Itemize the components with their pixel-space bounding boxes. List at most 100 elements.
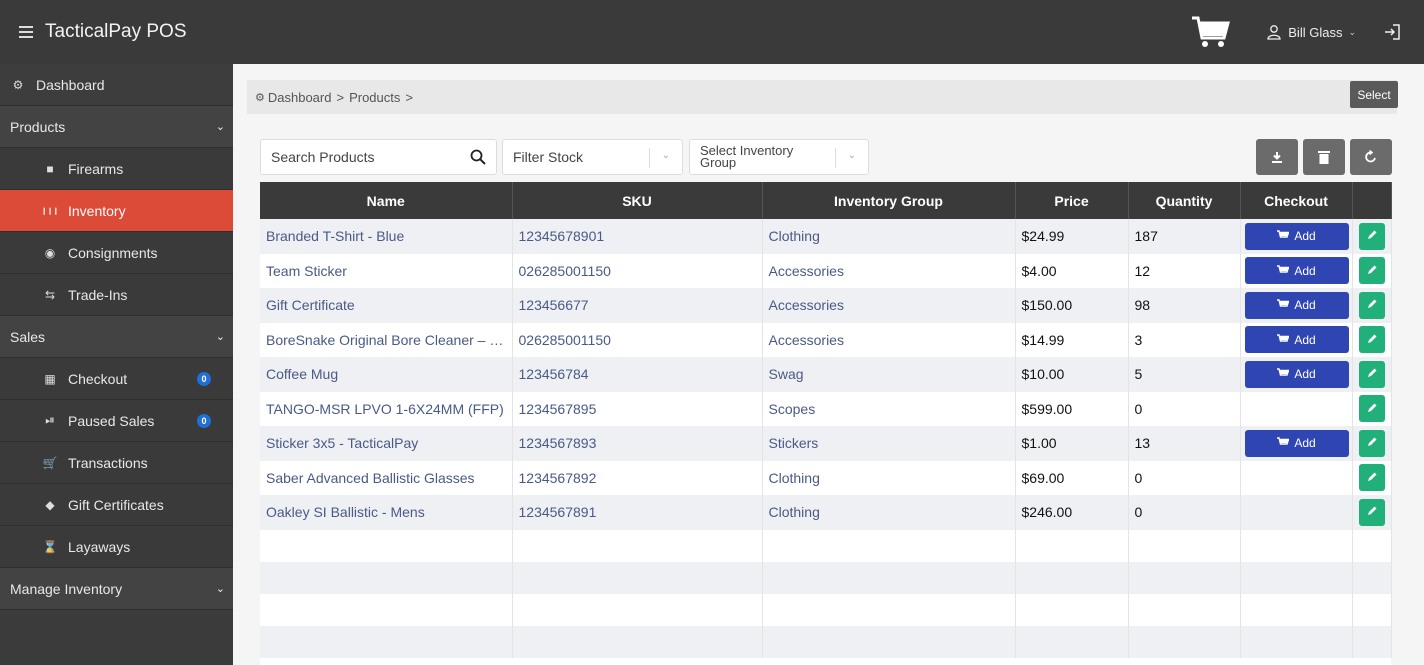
sidebar-item-manage-inventory[interactable]: Manage Inventory ⌄ xyxy=(0,568,233,610)
edit-button[interactable] xyxy=(1358,498,1385,526)
sidebar-item-trade-ins[interactable]: ⇆ Trade-Ins xyxy=(0,274,233,316)
sidebar-item-transactions[interactable]: 🛒 Transactions xyxy=(0,442,233,484)
delete-button[interactable] xyxy=(1303,139,1345,175)
edit-button[interactable] xyxy=(1358,222,1385,250)
count-badge: 0 xyxy=(197,413,211,428)
product-name-link[interactable]: Branded T-Shirt - Blue xyxy=(260,219,513,254)
table-row[interactable]: Oakley SI Ballistic - Mens 1234567891 Clot… xyxy=(260,495,1392,530)
edit-button[interactable] xyxy=(1358,395,1385,423)
user-menu[interactable]: Bill Glass ⌄ xyxy=(1266,24,1356,40)
table-row[interactable]: TANGO-MSR LPVO 1-6X24MM (FFP) 1234567895 S… xyxy=(260,391,1392,426)
sidebar-item-checkout[interactable]: ▦ Checkout 0 xyxy=(0,358,233,400)
exchange-icon: ⇆ xyxy=(44,287,56,302)
sidebar-item-paused-sales[interactable]: ⏯ Paused Sales 0 xyxy=(0,400,233,442)
table-row[interactable]: Branded T-Shirt - Blue 12345678901 Clothin… xyxy=(260,219,1392,254)
product-inventory-group: Clothing xyxy=(762,460,1016,495)
add-to-cart-button[interactable]: Add xyxy=(1244,257,1349,285)
hamburger-menu-icon[interactable] xyxy=(19,26,33,38)
table-row[interactable]: BoreSnake Original Bore Cleaner – .357 /… xyxy=(260,322,1392,357)
empty-table-row xyxy=(260,561,1392,594)
sidebar-item-products[interactable]: Products ⌄ xyxy=(0,106,233,148)
select-button[interactable]: Select xyxy=(1350,81,1398,108)
edit-cell xyxy=(1352,426,1392,461)
table-row[interactable]: Sticker 3x5 - TacticalPay 1234567893 Stick… xyxy=(260,426,1392,461)
product-quantity: 3 xyxy=(1128,322,1241,357)
table-row[interactable]: Saber Advanced Ballistic Glasses 12345678… xyxy=(260,460,1392,495)
search-input[interactable] xyxy=(271,149,461,165)
sidebar-item-inventory[interactable]: ❙❙❙ Inventory xyxy=(0,190,233,232)
edit-button[interactable] xyxy=(1358,257,1385,285)
refresh-button[interactable] xyxy=(1350,139,1392,175)
product-quantity: 0 xyxy=(1128,391,1241,426)
product-sku: 12345678901 xyxy=(512,219,763,254)
sidebar-item-label: Gift Certificates xyxy=(68,496,164,513)
empty-table-row xyxy=(260,529,1392,562)
table-row[interactable]: Team Sticker 026285001150 Accessories $4.00… xyxy=(260,253,1392,288)
table-row[interactable]: Gift Certificate 123456677 Accessories $150… xyxy=(260,288,1392,323)
column-header-price[interactable]: Price xyxy=(1015,182,1129,219)
column-header-quantity[interactable]: Quantity xyxy=(1128,182,1241,219)
edit-button[interactable] xyxy=(1358,360,1385,388)
inventory-group-dropdown[interactable]: Select Inventory Group ⌄ xyxy=(689,139,869,175)
sidebar-item-layaways[interactable]: ⌛ Layaways xyxy=(0,526,233,568)
product-name-link[interactable]: Gift Certificate xyxy=(260,288,513,323)
product-sku: 1234567895 xyxy=(512,391,763,426)
download-button[interactable] xyxy=(1256,139,1298,175)
product-name-link[interactable]: BoreSnake Original Bore Cleaner – .357 /… xyxy=(260,322,513,357)
filter-stock-dropdown[interactable]: Filter Stock ⌄ xyxy=(502,139,683,175)
empty-cell xyxy=(512,593,763,626)
refresh-icon xyxy=(1365,150,1376,163)
search-icon[interactable] xyxy=(470,149,486,165)
column-header-sku[interactable]: SKU xyxy=(512,182,763,219)
edit-button[interactable] xyxy=(1358,326,1385,354)
product-name-link[interactable]: TANGO-MSR LPVO 1-6X24MM (FFP) xyxy=(260,391,513,426)
cart-icon: 🛒 xyxy=(42,455,58,470)
column-header-inventory-group[interactable]: Inventory Group xyxy=(762,182,1016,219)
product-name-link[interactable]: Saber Advanced Ballistic Glasses xyxy=(260,460,513,495)
product-name-link[interactable]: Coffee Mug xyxy=(260,357,513,392)
logout-icon[interactable] xyxy=(1382,22,1402,42)
sidebar-item-sales[interactable]: Sales ⌄ xyxy=(0,316,233,358)
product-inventory-group: Clothing xyxy=(762,495,1016,530)
sidebar-item-label: Paused Sales xyxy=(68,412,155,429)
add-label: Add xyxy=(1294,229,1316,244)
breadcrumb: ⚙ Dashboard > Products > xyxy=(247,80,1397,114)
sidebar-item-consignments[interactable]: ◉ Consignments xyxy=(0,232,233,274)
edit-button[interactable] xyxy=(1358,464,1385,492)
product-price: $1.00 xyxy=(1015,426,1129,461)
sidebar-item-firearms[interactable]: ■ Firearms xyxy=(0,148,233,190)
add-to-cart-button[interactable]: Add xyxy=(1244,429,1349,457)
edit-button[interactable] xyxy=(1358,291,1385,319)
add-label: Add xyxy=(1294,263,1316,278)
product-quantity: 98 xyxy=(1128,288,1241,323)
checkout-cell: Add xyxy=(1240,219,1353,254)
sidebar-item-gift-certificates[interactable]: ◆ Gift Certificates xyxy=(0,484,233,526)
app-title: TacticalPay POS xyxy=(45,21,187,42)
product-name-link[interactable]: Team Sticker xyxy=(260,253,513,288)
checkout-cell: Add xyxy=(1240,253,1353,288)
empty-cell xyxy=(1128,529,1241,562)
cart-icon xyxy=(1277,436,1290,450)
product-name-link[interactable]: Oakley SI Ballistic - Mens xyxy=(260,495,513,530)
column-header-name[interactable]: Name xyxy=(260,182,513,219)
cart-icon[interactable] xyxy=(1190,14,1231,50)
sidebar-item-dashboard[interactable]: ⚙ Dashboard xyxy=(0,64,233,106)
cart-icon xyxy=(1277,264,1290,278)
add-to-cart-button[interactable]: Add xyxy=(1244,222,1349,250)
chevron-down-icon: ⌄ xyxy=(661,150,670,161)
breadcrumb-products[interactable]: Products xyxy=(349,90,400,105)
empty-cell xyxy=(1240,529,1353,562)
product-name-link[interactable]: Sticker 3x5 - TacticalPay xyxy=(260,426,513,461)
product-sku: 1234567892 xyxy=(512,460,763,495)
breadcrumb-dashboard[interactable]: Dashboard xyxy=(268,90,332,105)
empty-cell xyxy=(1128,593,1241,626)
add-to-cart-button[interactable]: Add xyxy=(1244,360,1349,388)
pencil-icon xyxy=(1366,470,1378,486)
table-row[interactable]: Coffee Mug 123456784 Swag $10.00 5 Add xyxy=(260,357,1392,392)
add-to-cart-button[interactable]: Add xyxy=(1244,326,1349,354)
product-sku: 123456677 xyxy=(512,288,763,323)
product-price: $246.00 xyxy=(1015,495,1129,530)
add-to-cart-button[interactable]: Add xyxy=(1244,291,1349,319)
cart-icon xyxy=(1277,229,1290,243)
edit-button[interactable] xyxy=(1358,429,1385,457)
